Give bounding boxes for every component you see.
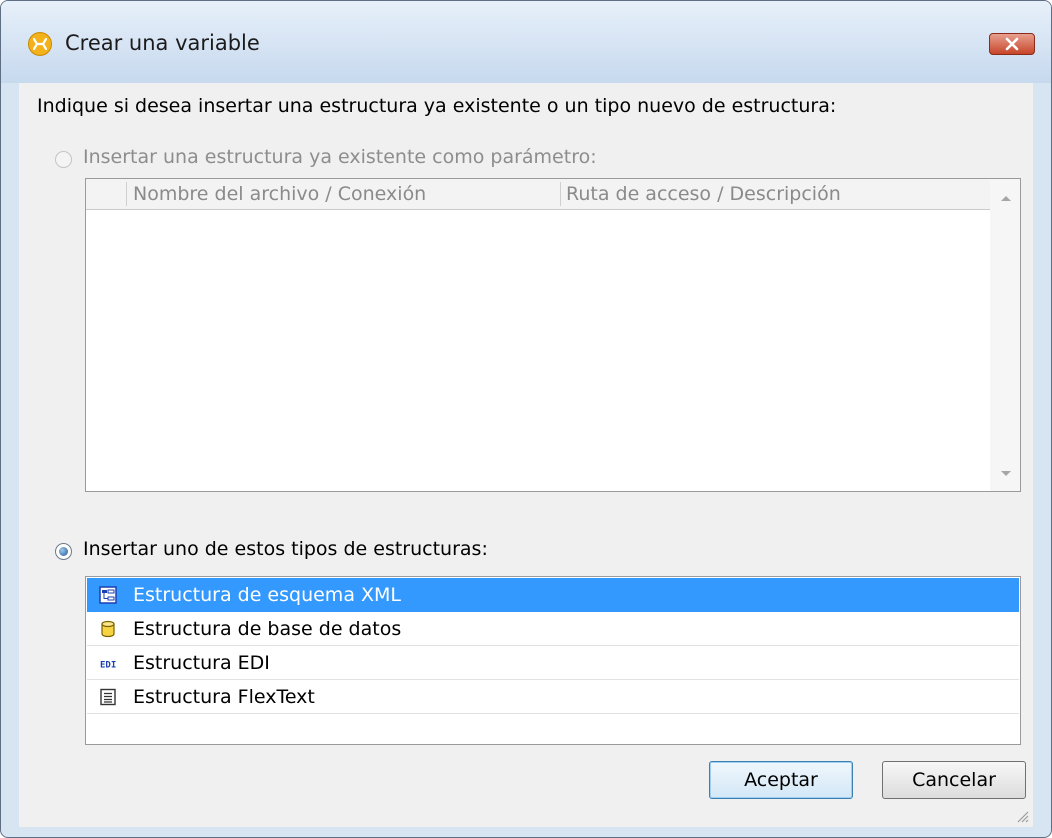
close-icon: [1005, 37, 1019, 51]
column-header-filename[interactable]: Nombre del archivo / Conexión: [133, 179, 426, 209]
resize-grip-icon[interactable]: [1015, 809, 1029, 823]
edi-icon: EDI: [99, 657, 117, 671]
ok-button[interactable]: Aceptar: [709, 761, 853, 799]
xml-schema-icon: [99, 586, 117, 604]
scroll-up-icon[interactable]: [1001, 196, 1011, 201]
scroll-down-icon[interactable]: [1001, 471, 1011, 476]
database-icon: [101, 620, 115, 638]
column-separator: [126, 182, 127, 206]
list-item-database[interactable]: Estructura de base de datos: [87, 612, 1019, 646]
list-item-flextext[interactable]: Estructura FlexText: [87, 680, 1019, 714]
instruction-text: Indique si desea insertar una estructura…: [37, 95, 837, 117]
dialog-window: Crear una variable Indique si desea inse…: [0, 0, 1052, 838]
list-item-label: Estructura de base de datos: [133, 618, 402, 640]
structure-type-list[interactable]: Estructura de esquema XML Estructura de …: [85, 576, 1021, 745]
mapforce-app-icon: [28, 32, 52, 56]
list-item-label: Estructura FlexText: [133, 686, 315, 708]
list-item-edi[interactable]: EDI Estructura EDI: [87, 646, 1019, 680]
column-header-path[interactable]: Ruta de acceso / Descripción: [566, 179, 841, 209]
existing-structure-radio[interactable]: [55, 151, 72, 168]
new-structure-radio[interactable]: [55, 543, 72, 560]
column-separator: [560, 182, 561, 206]
vertical-scrollbar[interactable]: [990, 179, 1020, 491]
svg-text:EDI: EDI: [100, 661, 116, 671]
dialog-content: Indique si desea insertar una estructura…: [19, 83, 1033, 827]
list-item-label: Estructura de esquema XML: [133, 584, 401, 606]
window-title: Crear una variable: [65, 31, 260, 55]
flextext-icon: [100, 688, 116, 706]
close-button[interactable]: [989, 33, 1035, 55]
new-structure-label: Insertar uno de estos tipos de estructur…: [83, 538, 488, 560]
existing-structure-label: Insertar una estructura ya existente com…: [83, 146, 597, 168]
cancel-button[interactable]: Cancelar: [882, 761, 1026, 799]
title-bar[interactable]: Crear una variable: [1, 1, 1051, 83]
table-header: Nombre del archivo / Conexión Ruta de ac…: [86, 179, 990, 210]
list-item-label: Estructura EDI: [133, 652, 270, 674]
existing-structures-table[interactable]: Nombre del archivo / Conexión Ruta de ac…: [85, 178, 1021, 492]
list-item-xml-schema[interactable]: Estructura de esquema XML: [87, 578, 1019, 612]
